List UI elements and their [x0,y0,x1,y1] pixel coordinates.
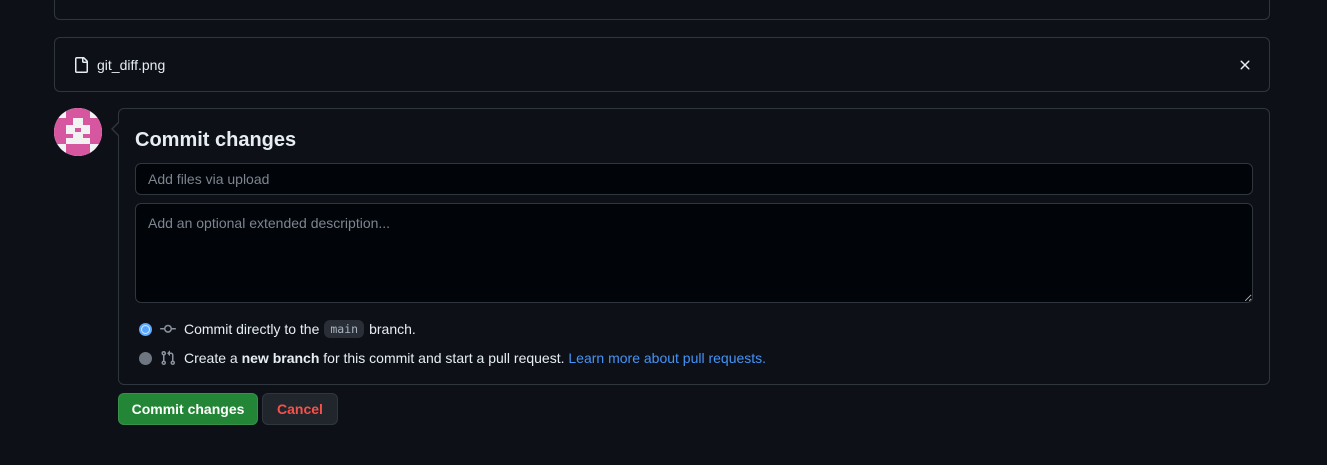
new-branch-radio[interactable] [139,351,152,365]
new-branch-option[interactable]: Create a new branch for this commit and … [139,348,766,368]
avatar[interactable] [54,108,102,156]
commit-direct-text-after: branch. [369,321,416,337]
previous-panel [54,0,1270,20]
new-branch-text-before: Create a [184,350,238,366]
learn-more-link[interactable]: Learn more about pull requests. [568,350,766,366]
file-icon [73,56,89,73]
git-commit-icon [160,321,176,337]
git-pull-request-icon [160,350,176,366]
new-branch-text-after: for this commit and start a pull request… [323,350,565,366]
cancel-button[interactable]: Cancel [262,393,338,425]
identicon-avatar [54,108,102,156]
commit-direct-radio[interactable] [139,322,152,336]
remove-file-button[interactable] [1233,53,1257,77]
commit-description-input[interactable] [135,203,1253,303]
commit-direct-option[interactable]: Commit directly to the main branch. [139,319,416,339]
x-icon [1240,59,1250,70]
uploaded-file-row: git_diff.png [54,37,1270,92]
commit-title: Commit changes [135,129,297,151]
commit-direct-text-before: Commit directly to the [184,321,320,337]
branch-name: main [324,320,365,338]
commit-changes-button[interactable]: Commit changes [118,393,258,425]
file-name: git_diff.png [97,56,166,73]
new-branch-bold: new branch [241,350,320,366]
commit-panel: Commit changes Commit directly to the ma… [111,108,1270,385]
commit-summary-input[interactable] [135,163,1253,195]
